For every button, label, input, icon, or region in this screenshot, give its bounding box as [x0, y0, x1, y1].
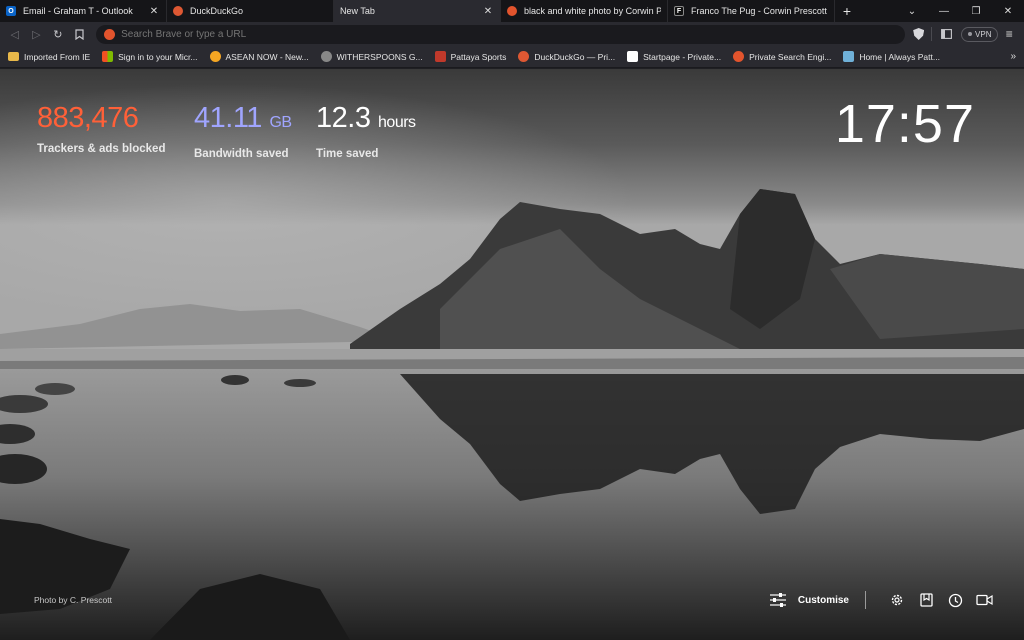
back-button[interactable]: ◁	[4, 24, 26, 44]
new-tab-page: 883,476 Trackers & ads blocked 41.11 GB …	[0, 69, 1024, 640]
sidebar-toggle-icon[interactable]	[935, 24, 957, 44]
bookmark-label: Private Search Engi...	[749, 51, 832, 62]
photo-credit[interactable]: Photo by C. Prescott	[34, 595, 112, 605]
close-tab-icon[interactable]: ✕	[148, 6, 160, 17]
settings-gear-icon[interactable]	[887, 590, 907, 610]
tab-new-tab[interactable]: New Tab ✕	[334, 0, 501, 22]
bookmark-label: Home | Always Patt...	[859, 51, 940, 62]
trackers-blocked-value: 883,476	[37, 102, 139, 134]
bookmark-imported-from-ie[interactable]: Imported From IE	[8, 52, 90, 62]
bookmarks-overflow-button[interactable]: »	[1010, 51, 1016, 62]
brave-search-icon	[104, 28, 116, 40]
vpn-label: VPN	[975, 29, 992, 39]
forward-button[interactable]: ▷	[26, 24, 48, 44]
minimize-button[interactable]: —	[928, 0, 960, 22]
folder-icon	[8, 52, 19, 61]
bookmark-witherspoons[interactable]: WITHERSPOONS G...	[320, 51, 423, 62]
restore-button[interactable]: ❐	[960, 0, 992, 22]
tab-duckduckgo[interactable]: DuckDuckGo	[167, 0, 334, 22]
asean-icon	[209, 51, 221, 62]
time-saved-stat: 12.3 hours Time saved	[316, 103, 416, 160]
bookmark-label: Imported From IE	[24, 51, 91, 62]
bookmark-label: ASEAN NOW - New...	[225, 51, 309, 62]
talk-video-icon[interactable]	[974, 590, 994, 610]
ntp-footer-actions: Customise	[769, 590, 994, 610]
clock: 17:57	[834, 94, 975, 154]
bookmarks-bar: Imported From IE Sign in to your Micr...…	[0, 46, 1024, 68]
bookmark-label: Pattaya Sports	[450, 51, 507, 62]
bookmark-home-always-pattaya[interactable]: Home | Always Patt...	[843, 51, 940, 62]
tab-search-dropdown-icon[interactable]: ⌄	[896, 0, 928, 22]
bookmark-private-search[interactable]: Private Search Engi...	[733, 51, 831, 62]
tab-title: New Tab	[340, 6, 375, 16]
time-saved-unit: hours	[378, 114, 416, 131]
tab-outlook[interactable]: O Email - Graham T - Outlook ✕	[0, 0, 167, 22]
bookmark-microsoft[interactable]: Sign in to your Micr...	[102, 51, 198, 62]
tab-title: DuckDuckGo	[190, 6, 244, 16]
toolbar: ◁ ▷ ↻ VPN ≡	[0, 22, 1024, 46]
bandwidth-saved-unit: GB	[269, 114, 292, 131]
duckduckgo-icon	[518, 51, 530, 62]
bandwidth-saved-stat: 41.11 GB Bandwidth saved	[194, 103, 292, 160]
url-input[interactable]	[121, 28, 897, 40]
bandwidth-saved-value: 41.11	[194, 102, 262, 134]
bookmark-label: Sign in to your Micr...	[118, 51, 198, 62]
bookmark-label: Startpage - Private...	[643, 51, 722, 62]
customise-button[interactable]: Customise	[769, 593, 849, 607]
menu-button[interactable]: ≡	[998, 27, 1020, 41]
outlook-icon: O	[6, 6, 16, 16]
trackers-blocked-label: Trackers & ads blocked	[37, 143, 166, 155]
bookmark-startpage[interactable]: Startpage - Private...	[627, 51, 721, 62]
microsoft-icon	[102, 51, 114, 62]
bandwidth-saved-label: Bandwidth saved	[194, 148, 289, 160]
reload-button[interactable]: ↻	[47, 24, 69, 44]
customise-label: Customise	[797, 594, 849, 606]
corwin-site-icon: F	[674, 6, 684, 16]
bookmarks-manager-icon[interactable]	[916, 590, 936, 610]
bookmark-label: WITHERSPOONS G...	[336, 51, 423, 62]
trackers-blocked-stat: 883,476 Trackers & ads blocked	[37, 103, 165, 155]
vpn-button[interactable]: VPN	[961, 26, 999, 42]
bookmark-duckduckgo[interactable]: DuckDuckGo — Pri...	[518, 51, 615, 62]
tab-franco-pug[interactable]: F Franco The Pug - Corwin Prescott - F	[668, 0, 835, 22]
tab-title: Franco The Pug - Corwin Prescott - F	[691, 6, 828, 16]
globe-icon	[320, 51, 332, 62]
new-tab-button[interactable]: +	[835, 0, 859, 22]
startpage-icon	[627, 51, 639, 62]
close-window-button[interactable]: ✕	[992, 0, 1024, 22]
close-tab-icon[interactable]: ✕	[482, 6, 494, 17]
tab-title: Email - Graham T - Outlook	[23, 6, 133, 16]
vpn-status-icon	[968, 32, 973, 36]
bookmark-icon[interactable]	[69, 24, 91, 44]
brave-search-icon	[507, 6, 517, 16]
pattaya-icon	[434, 51, 446, 62]
history-icon[interactable]	[945, 590, 965, 610]
duckduckgo-icon	[173, 6, 183, 16]
sliders-icon	[769, 593, 786, 607]
tab-strip: O Email - Graham T - Outlook ✕ DuckDuckG…	[0, 0, 1024, 22]
bookmark-label: DuckDuckGo — Pri...	[534, 51, 616, 62]
brave-search-icon	[733, 51, 745, 62]
home-site-icon	[843, 51, 855, 62]
time-saved-label: Time saved	[316, 148, 379, 160]
tab-title: black and white photo by Corwin Pre	[524, 6, 661, 16]
time-saved-value: 12.3	[316, 102, 371, 134]
address-bar[interactable]	[96, 24, 905, 44]
tab-brave-search[interactable]: black and white photo by Corwin Pre	[501, 0, 668, 22]
bookmark-pattaya-sports[interactable]: Pattaya Sports	[434, 51, 507, 62]
bookmark-asean-now[interactable]: ASEAN NOW - New...	[209, 51, 309, 62]
brave-shields-icon[interactable]	[911, 25, 927, 43]
